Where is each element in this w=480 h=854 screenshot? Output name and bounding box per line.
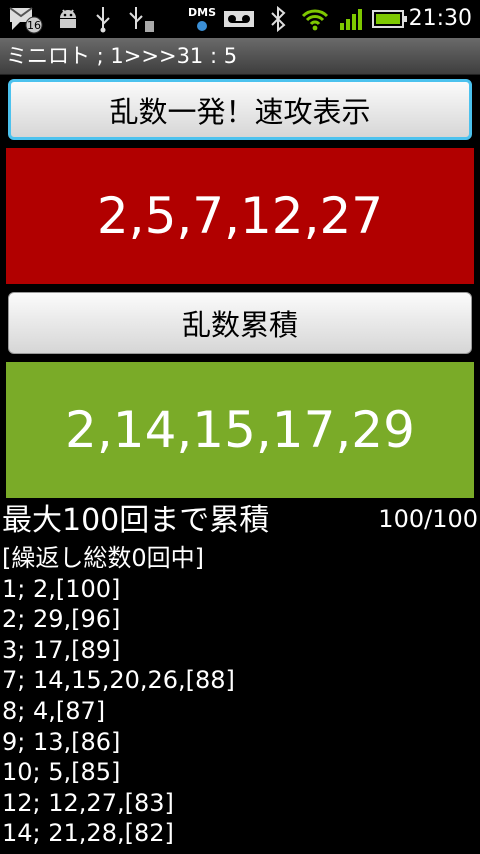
app-title: ミニロト ; 1>>>31 : 5 (6, 44, 238, 68)
history-header: [繰返し総数0回中] (2, 544, 204, 572)
list-item: 9; 13,[86] (2, 727, 121, 756)
battery-icon (372, 4, 408, 34)
usb-storage-icon (126, 4, 156, 34)
list-item: 7; 14,15,20,26,[88] (2, 666, 235, 695)
android-debug-icon (54, 4, 82, 34)
list-item: 14; 21,28,[82] (2, 819, 174, 848)
usb-icon (92, 4, 114, 34)
clock: 21:30 (408, 6, 472, 31)
wifi-icon (300, 4, 330, 34)
sms-badge-count: 16 (27, 19, 41, 32)
signal-icon (338, 4, 366, 34)
accumulated-result-numbers: 2,14,15,17,29 (65, 401, 415, 459)
dms-label: DMS (188, 6, 216, 19)
list-item: 10; 5,[85] (2, 758, 121, 787)
accumulate-button[interactable]: 乱数累積 (8, 292, 472, 354)
voicemail-icon (222, 4, 256, 34)
title-bar: ミニロト ; 1>>>31 : 5 (0, 38, 480, 75)
list-item: 8; 4,[87] (2, 696, 106, 725)
instant-result-panel: 2,5,7,12,27 (6, 148, 474, 284)
instant-random-button[interactable]: 乱数一発！速攻表示 (8, 79, 472, 140)
instant-result-numbers: 2,5,7,12,27 (96, 187, 384, 245)
status-bar: 16 DMS 21:30 (0, 0, 480, 38)
accumulate-counter: 100/100 (378, 505, 478, 533)
list-item: 12; 12,27,[83] (2, 788, 174, 817)
accumulate-limit-label: 最大100回まで累積 (2, 503, 270, 538)
dms-icon: DMS (182, 4, 222, 34)
bluetooth-icon (268, 4, 288, 34)
history-list: [繰返し総数0回中] 1; 2,[100] 2; 29,[96] 3; 17,[… (2, 543, 235, 849)
list-item: 2; 29,[96] (2, 605, 121, 634)
list-item: 3; 17,[89] (2, 635, 121, 664)
list-item: 1; 2,[100] (2, 574, 121, 603)
sms-notification-icon: 16 (8, 4, 44, 34)
accumulated-result-panel: 2,14,15,17,29 (6, 362, 474, 498)
